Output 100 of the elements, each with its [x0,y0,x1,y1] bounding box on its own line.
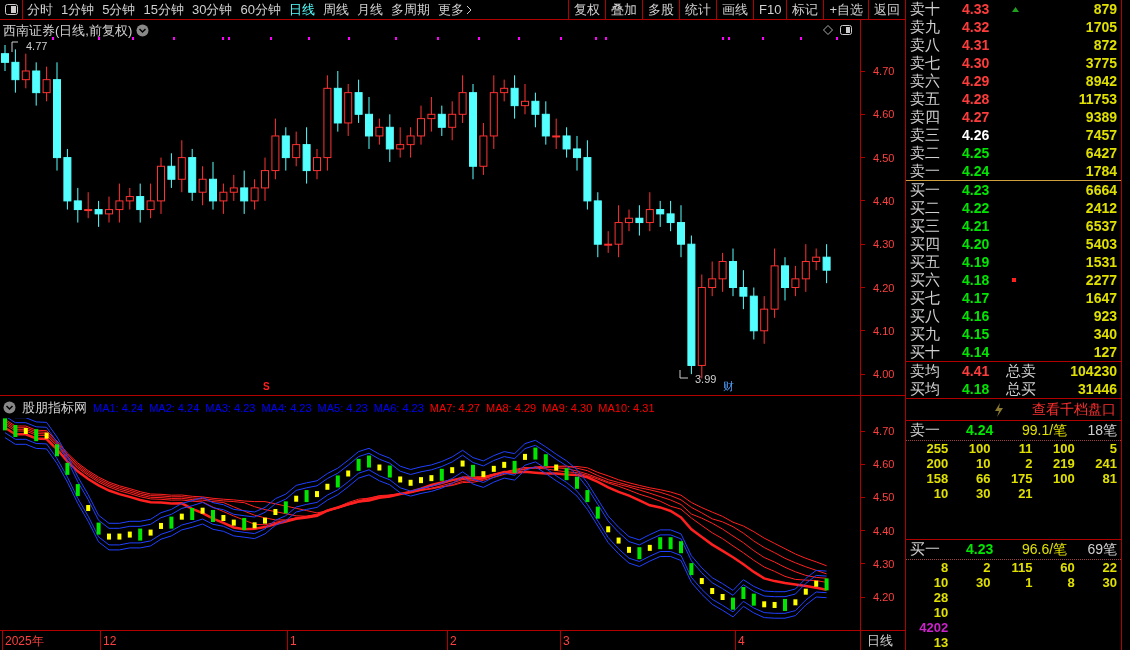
order-size: 1 [1024,575,1033,590]
level-label: 买六 [909,271,941,289]
period-tab[interactable]: 15分钟 [139,0,188,19]
volume: 2277 [1084,271,1118,289]
lightning-icon [994,402,1004,417]
ma-value: MA10: 4.31 [598,400,655,416]
volume: 340 [1092,325,1118,343]
ma-value: MA9: 4.30 [542,400,593,416]
ma-value: MA3: 4.23 [205,400,256,416]
panel-toggle-icon[interactable] [4,4,18,15]
price: 4.23 [962,181,991,199]
volume: 127 [1092,343,1118,361]
toolbar-button[interactable]: +自选 [823,0,868,20]
volume: 6664 [1084,181,1118,199]
order-size: 30 [974,486,991,501]
period-tab[interactable]: 5分钟 [98,0,140,19]
toolbar-button[interactable]: F10 [753,0,787,20]
order-size: 13 [932,635,949,650]
date-label: 1 [289,632,297,650]
level-label: 卖二 [909,144,941,162]
date-label: 2025年 [4,632,44,650]
dropdown-icon[interactable] [3,401,16,415]
order-size: 115 [1010,560,1033,575]
period-label: 日线 [860,631,905,650]
period-tab[interactable]: 日线 [284,0,319,19]
volume: 3775 [1084,54,1118,72]
order-size: 200 [925,456,949,471]
ma-value: MA4: 4.23 [261,400,312,416]
period-tab[interactable]: 30分钟 [187,0,237,19]
price: 4.16 [962,307,991,325]
order-size: 28 [932,590,949,605]
order-size: 66 [974,471,991,486]
period-tab[interactable]: 多周期 [386,0,434,19]
date-label: 12 [102,632,117,650]
leader-line [11,41,19,53]
volume: 1647 [1084,289,1118,307]
summary-label: 卖均 [909,362,941,380]
queue-price: 4.23 [966,540,995,559]
axis-label: 4.40 [873,193,895,208]
total-volume: 31446 [1077,380,1118,398]
price: 4.25 [962,144,991,162]
level-label: 买三 [909,217,941,235]
price: 4.26 [962,126,991,144]
total-label: 总买 [1006,380,1036,398]
level-label: 买七 [909,289,941,307]
price: 4.29 [962,72,991,90]
volume: 8942 [1084,72,1118,90]
price: 4.32 [962,18,991,36]
period-tab[interactable]: 周线 [318,0,353,19]
order-size: 255 [925,441,949,456]
total-volume: 104230 [1069,362,1118,380]
order-size: 10 [932,605,949,620]
ma-value: MA5: 4.23 [317,400,368,416]
price: 4.21 [962,217,991,235]
level-label: 买八 [909,307,941,325]
price: 4.14 [962,343,991,361]
volume: 2412 [1084,199,1118,217]
volume: 872 [1092,36,1118,54]
period-tab[interactable]: 分时 [23,0,57,19]
dropdown-icon[interactable] [136,24,150,38]
price: 4.28 [962,90,991,108]
price: 4.19 [962,253,991,271]
level-label: 卖八 [909,36,941,54]
period-tab[interactable]: 60分钟 [236,0,285,19]
date-label: 2 [449,632,457,650]
period-tab[interactable]: 1分钟 [57,0,99,19]
level-label: 卖六 [909,72,941,90]
toolbar-button[interactable]: 画线 [716,0,753,20]
average-size: 99.1/笔 [1022,421,1068,440]
level-label: 卖九 [909,18,941,36]
level-label: 买九 [909,325,941,343]
ma-value: MA2: 4.24 [149,400,200,416]
toolbar-button[interactable]: 复权 [568,0,605,20]
period-tab[interactable]: 月线 [352,0,387,19]
panel-toggle-icon[interactable] [840,25,852,35]
leader-line [679,369,689,379]
price: 4.17 [962,289,991,307]
ma-value: MA8: 4.29 [486,400,537,416]
toolbar-button[interactable]: 标记 [786,0,824,20]
order-size: 158 [925,471,949,486]
high-price-label: 4.77 [26,39,48,54]
diamond-icon[interactable] [823,25,833,35]
level-label: 买五 [909,253,941,271]
axis-label: 4.60 [873,107,895,122]
axis-label: 4.00 [873,367,895,382]
event-badge[interactable]: 财 [722,380,735,393]
order-size: 30 [1101,575,1117,590]
depth-link[interactable]: 查看千档盘口 [1032,399,1116,420]
toolbar-button[interactable]: 统计 [679,0,716,20]
order-count: 69笔 [1086,540,1118,559]
volume: 1705 [1084,18,1118,36]
price: 4.33 [962,0,991,18]
chevron-right-icon [465,4,473,15]
axis-label: 4.20 [873,280,895,295]
toolbar-button[interactable]: 多股 [642,0,679,20]
toolbar-button[interactable]: 返回 [868,0,905,20]
axis-label: 4.20 [873,590,895,604]
volume: 11753 [1077,90,1118,108]
toolbar-button[interactable]: 叠加 [605,0,642,20]
period-tab[interactable]: 更多 [433,0,477,19]
